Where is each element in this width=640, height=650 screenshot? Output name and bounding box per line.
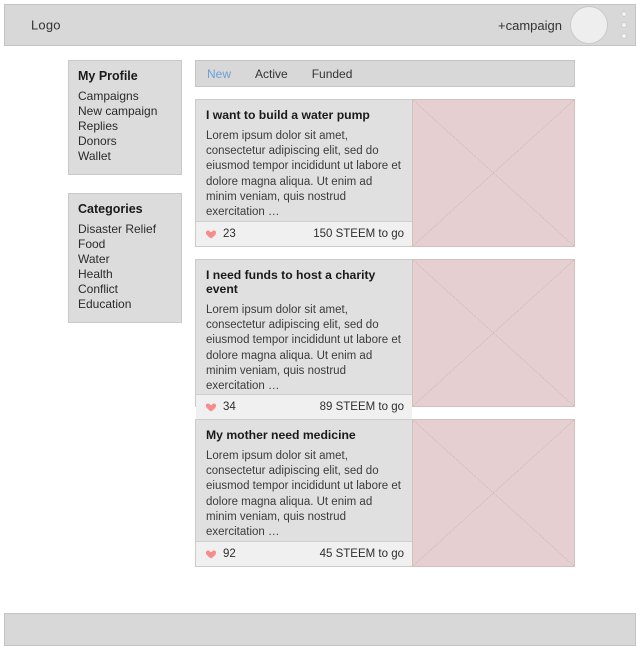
like-group[interactable]: 92 (205, 548, 236, 560)
campaign-card-body: My mother need medicine Lorem ipsum dolo… (196, 420, 412, 541)
campaign-title[interactable]: I need funds to host a charity event (206, 268, 402, 296)
like-group[interactable]: 34 (205, 401, 236, 413)
tab-new[interactable]: New (207, 67, 231, 81)
campaign-description: Lorem ipsum dolor sit amet, consectetur … (206, 450, 401, 539)
campaign-card-text: My mother need medicine Lorem ipsum dolo… (195, 419, 412, 567)
image-placeholder-cross-icon (413, 420, 574, 566)
campaign-card-body: I want to build a water pump Lorem ipsum… (196, 100, 412, 221)
campaign-card-text: I want to build a water pump Lorem ipsum… (195, 99, 412, 247)
campaign-description: Lorem ipsum dolor sit amet, consectetur … (206, 304, 401, 393)
campaign-card-text: I need funds to host a charity event Lor… (195, 259, 412, 420)
campaign-card-footer: 92 45 STEEM to go (196, 541, 412, 566)
funding-remaining: 45 STEEM to go (319, 548, 404, 560)
sidebar-item-health[interactable]: Health (69, 267, 181, 282)
like-count: 34 (223, 401, 236, 414)
sidebar-item-campaigns[interactable]: Campaigns (69, 89, 181, 104)
menu-dot (621, 11, 627, 17)
sidebar-item-food[interactable]: Food (69, 237, 181, 252)
app-footer (4, 613, 636, 646)
heart-icon (205, 403, 217, 412)
header-actions: +campaign (498, 5, 631, 45)
sidebar-heading-categories: Categories (78, 202, 143, 216)
sidebar-item-donors[interactable]: Donors (69, 134, 181, 149)
like-group[interactable]: 23 (205, 228, 236, 240)
sidebar-panel-categories: Categories Disaster Relief Food Water He… (68, 193, 182, 323)
campaign-title[interactable]: My mother need medicine (206, 428, 402, 442)
tab-funded[interactable]: Funded (312, 67, 353, 81)
campaign-card[interactable]: I need funds to host a charity event Lor… (195, 259, 575, 420)
campaign-description: Lorem ipsum dolor sit amet, consectetur … (206, 130, 401, 219)
sidebar-item-replies[interactable]: Replies (69, 119, 181, 134)
sidebar-item-education[interactable]: Education (69, 297, 181, 312)
sidebar-item-new-campaign[interactable]: New campaign (69, 104, 181, 119)
main-content: New Active Funded I want to build a wate… (195, 60, 575, 567)
avatar[interactable] (570, 6, 608, 44)
tab-active[interactable]: Active (255, 67, 288, 81)
campaign-title[interactable]: I want to build a water pump (206, 108, 402, 122)
campaign-card[interactable]: I want to build a water pump Lorem ipsum… (195, 99, 575, 247)
menu-dot (621, 33, 627, 39)
sidebar-item-water[interactable]: Water (69, 252, 181, 267)
sidebar-item-conflict[interactable]: Conflict (69, 282, 181, 297)
sidebar-item-disaster-relief[interactable]: Disaster Relief (69, 222, 181, 237)
heart-icon (205, 230, 217, 239)
campaign-card[interactable]: My mother need medicine Lorem ipsum dolo… (195, 419, 575, 567)
funding-remaining: 150 STEEM to go (313, 228, 404, 240)
campaign-card-footer: 34 89 STEEM to go (196, 394, 412, 420)
like-count: 23 (223, 228, 236, 240)
sidebar-item-wallet[interactable]: Wallet (69, 149, 181, 164)
sidebar-heading-my-profile: My Profile (78, 69, 138, 83)
campaign-card-body: I need funds to host a charity event Lor… (196, 260, 412, 394)
menu-dot (621, 22, 627, 28)
logo[interactable]: Logo (31, 18, 61, 33)
sidebar: My Profile Campaigns New campaign Replie… (68, 60, 182, 323)
overflow-menu-icon[interactable] (617, 11, 631, 39)
sidebar-panel-my-profile: My Profile Campaigns New campaign Replie… (68, 60, 182, 175)
tab-bar: New Active Funded (195, 60, 575, 87)
funding-remaining: 89 STEEM to go (319, 401, 404, 414)
campaign-image-placeholder (412, 419, 575, 567)
campaign-card-footer: 23 150 STEEM to go (196, 221, 412, 246)
like-count: 92 (223, 548, 236, 560)
image-placeholder-cross-icon (413, 260, 574, 406)
image-placeholder-cross-icon (413, 100, 574, 246)
new-campaign-button[interactable]: +campaign (498, 18, 562, 33)
app-header: Logo +campaign (4, 4, 636, 46)
heart-icon (205, 550, 217, 559)
campaign-image-placeholder (412, 99, 575, 247)
campaign-image-placeholder (412, 259, 575, 407)
